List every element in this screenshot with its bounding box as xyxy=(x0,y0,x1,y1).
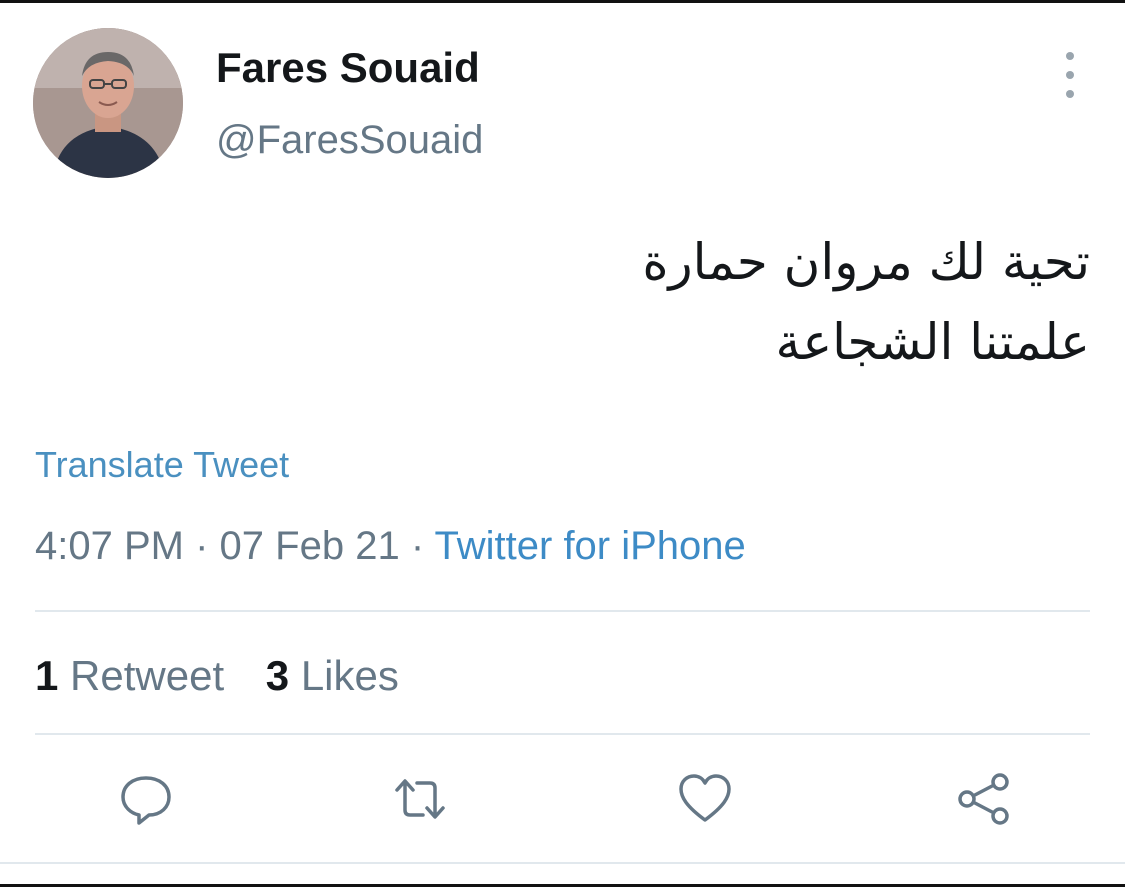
meta-separator: · xyxy=(195,524,209,568)
avatar[interactable] xyxy=(33,28,183,178)
heart-icon xyxy=(679,774,731,822)
divider xyxy=(35,733,1090,735)
tweet-date: 07 Feb 21 xyxy=(219,524,400,568)
bottom-divider xyxy=(0,862,1125,864)
tweet-card: Fares Souaid @FaresSouaid تحية لك مروان … xyxy=(0,0,1125,891)
reply-button[interactable] xyxy=(117,770,175,828)
tweet-time: 4:07 PM xyxy=(35,524,184,568)
retweets-label: Retweet xyxy=(70,652,225,699)
tweet-meta: 4:07 PM · 07 Feb 21 · Twitter for iPhone xyxy=(35,524,746,569)
tweet-text-line: علمتنا الشجاعة xyxy=(775,313,1090,371)
author-display-name[interactable]: Fares Souaid xyxy=(216,44,480,92)
like-button[interactable] xyxy=(676,770,734,828)
more-dot xyxy=(1066,71,1074,79)
more-dot xyxy=(1066,52,1074,60)
tweet-source-link[interactable]: Twitter for iPhone xyxy=(435,524,746,568)
translate-tweet-link[interactable]: Translate Tweet xyxy=(35,444,289,486)
more-dot xyxy=(1066,90,1074,98)
top-border xyxy=(0,0,1125,3)
tweet-stats: 1 Retweet 3 Likes xyxy=(35,652,429,700)
likes-label: Likes xyxy=(300,652,399,699)
likes-stat[interactable]: 3 Likes xyxy=(266,652,399,700)
divider xyxy=(35,610,1090,612)
tweet-text-line: تحية لك مروان حمارة xyxy=(642,233,1090,291)
meta-separator: · xyxy=(410,524,425,568)
retweets-stat[interactable]: 1 Retweet xyxy=(35,652,224,700)
retweets-count: 1 xyxy=(35,652,59,699)
reply-icon xyxy=(121,776,171,825)
bottom-border xyxy=(0,884,1125,887)
share-icon xyxy=(958,773,1009,825)
retweet-icon xyxy=(395,779,445,819)
more-options-icon[interactable] xyxy=(1055,52,1085,98)
author-handle[interactable]: @FaresSouaid xyxy=(216,118,483,163)
tweet-text: تحية لك مروان حمارة علمتنا الشجاعة xyxy=(290,222,1090,382)
likes-count: 3 xyxy=(265,652,290,699)
retweet-button[interactable] xyxy=(391,770,449,828)
share-button[interactable] xyxy=(955,770,1013,828)
